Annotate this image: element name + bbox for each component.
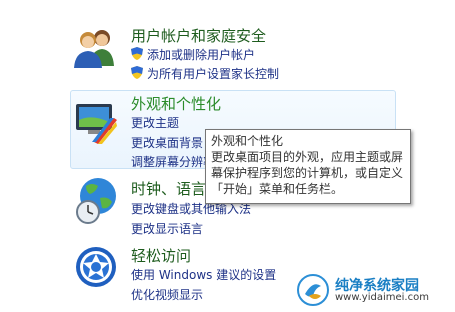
site-watermark: 纯净系统家园 www.yidaimei.com [297, 274, 447, 306]
windows-recommended-link[interactable]: 使用 Windows 建议的设置 [131, 266, 276, 283]
change-theme-link[interactable]: 更改主题 [131, 114, 179, 131]
users-icon [72, 26, 116, 73]
change-language-link[interactable]: 更改显示语言 [131, 220, 203, 237]
tooltip-title: 外观和个性化 [211, 134, 284, 148]
uac-shield-icon [131, 47, 143, 60]
ease-of-access-title[interactable]: 轻松访问 [131, 245, 191, 266]
optimize-display-link[interactable]: 优化视频显示 [131, 286, 203, 303]
parental-controls-link[interactable]: 为所有用户设置家长控制 [131, 65, 279, 82]
uac-shield-icon [131, 66, 143, 79]
appearance-title[interactable]: 外观和个性化 [131, 93, 221, 114]
user-accounts-title[interactable]: 用户帐户和家庭安全 [131, 25, 266, 46]
watermark-url: www.yidaimei.com [335, 292, 429, 303]
screen-resolution-link[interactable]: 调整屏幕分辨率 [131, 153, 215, 170]
watermark-logo-icon [297, 274, 329, 306]
clock-globe-icon [74, 176, 118, 229]
appearance-tooltip: 外观和个性化 更改桌面项目的外观，应用主题或屏幕保护程序到您的计算机，或自定义「… [205, 129, 411, 204]
change-background-link[interactable]: 更改桌面背景 [131, 134, 203, 151]
appearance-icon [74, 100, 118, 147]
add-remove-accounts-label: 添加或删除用户帐户 [147, 48, 256, 62]
parental-controls-label: 为所有用户设置家长控制 [147, 67, 280, 81]
add-remove-accounts-link[interactable]: 添加或删除用户帐户 [131, 46, 255, 63]
tooltip-body: 更改桌面项目的外观，应用主题或屏幕保护程序到您的计算机，或自定义「开始」菜单和任… [211, 150, 404, 196]
ease-of-access-icon [74, 245, 118, 292]
